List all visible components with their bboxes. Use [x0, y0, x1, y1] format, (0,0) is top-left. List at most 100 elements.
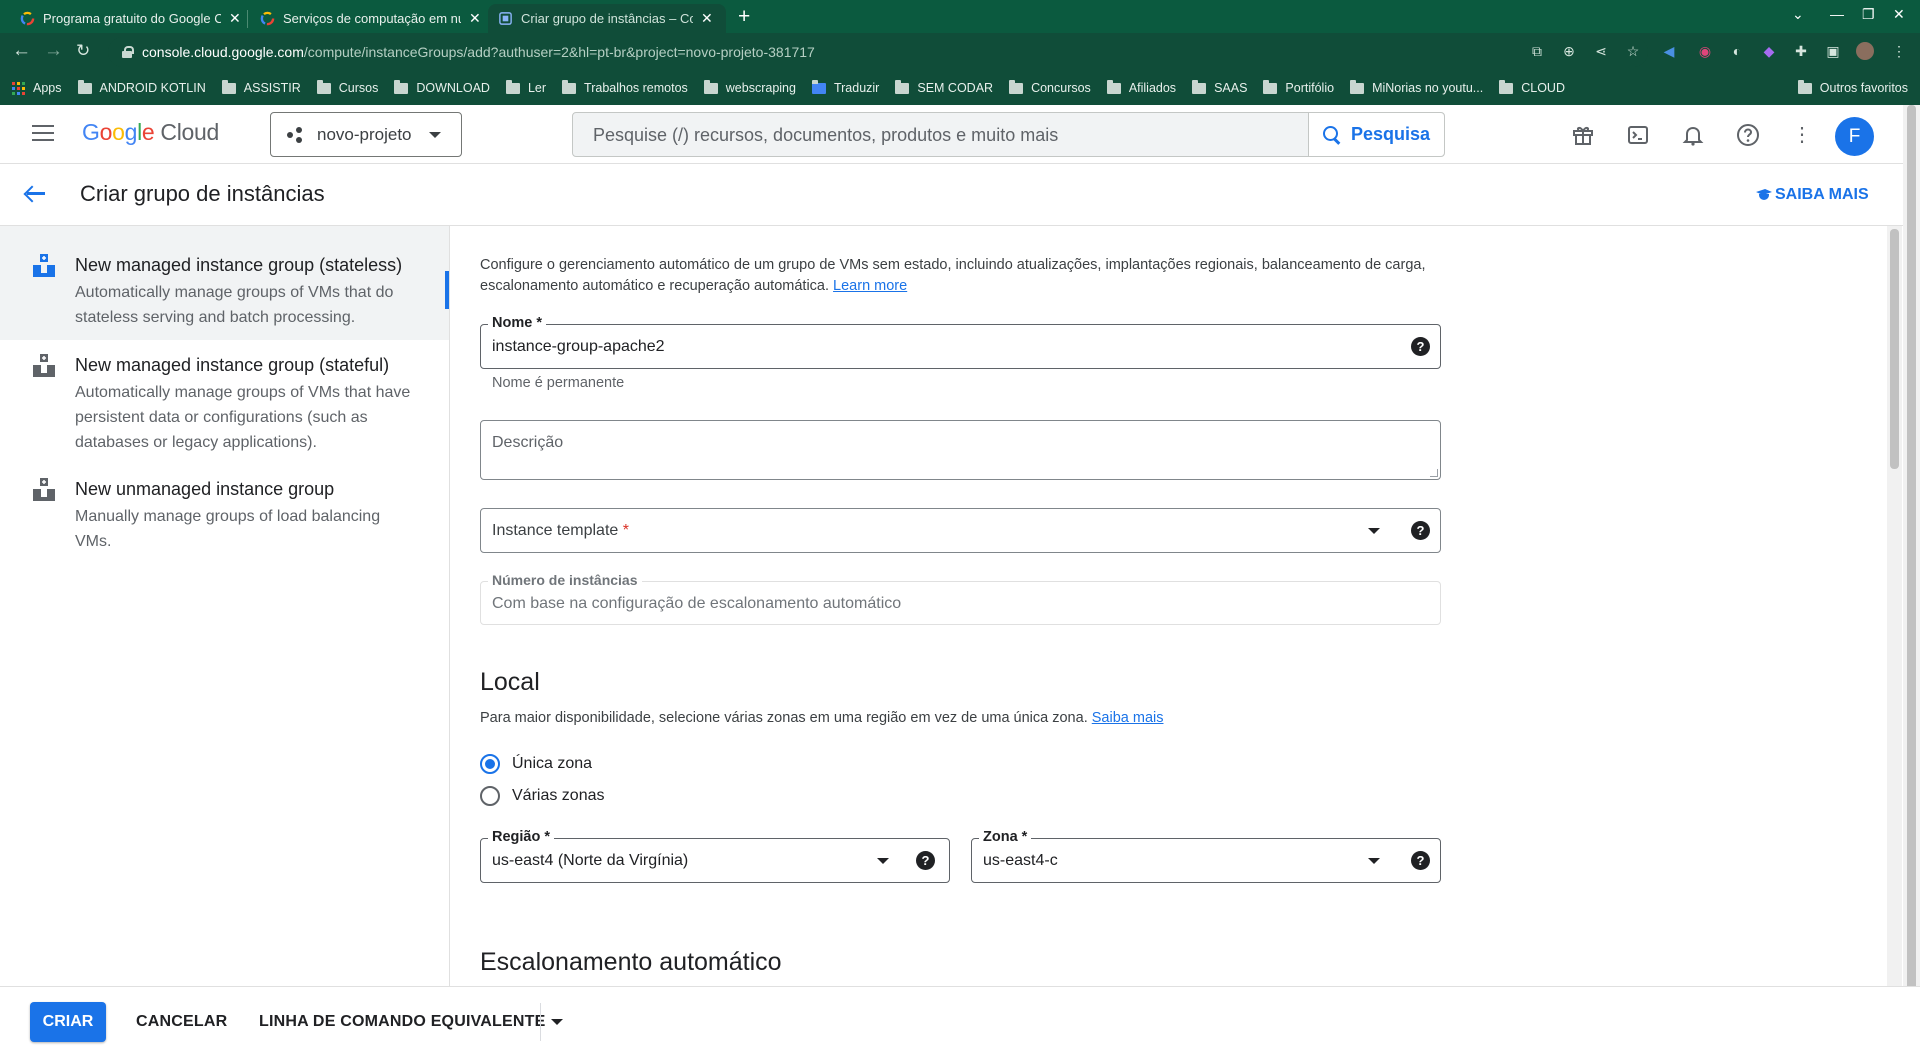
radio-single-zone[interactable]: Única zona [480, 754, 592, 774]
bookmark-star-icon[interactable]: ☆ [1624, 42, 1642, 60]
bookmark-folder[interactable]: SEM CODAR [895, 79, 993, 95]
option-description: Manually manage groups of load balancing… [75, 508, 381, 550]
search-button[interactable]: Pesquisa [1308, 113, 1444, 156]
bookmark-folder[interactable]: DOWNLOAD [394, 79, 490, 95]
other-bookmarks[interactable]: Outros favoritos [1797, 79, 1908, 95]
project-icon [287, 126, 305, 143]
zone-label: Zona * [979, 829, 1032, 845]
google-cloud-logo[interactable]: Google Cloud [82, 119, 219, 146]
zone-value[interactable]: us-east4-c [983, 852, 1058, 870]
scrollbar-thumb[interactable] [1890, 229, 1899, 469]
form-scrollbar[interactable] [1887, 226, 1902, 1055]
bookmark-folder[interactable]: Concursos [1009, 79, 1091, 95]
gift-icon[interactable] [1571, 123, 1595, 147]
action-bar: CRIAR CANCELAR LINHA DE COMANDO EQUIVALE… [0, 986, 1920, 1055]
share-icon[interactable]: ⋖ [1592, 42, 1610, 60]
bookmark-folder[interactable]: Portifólio [1263, 79, 1334, 95]
help-icon[interactable]: ? [1411, 337, 1430, 356]
region-value[interactable]: us-east4 (Norte da Virgínia) [492, 852, 688, 870]
equivalent-cli-button[interactable]: LINHA DE COMANDO EQUIVALENTE [259, 1013, 546, 1031]
close-tab-icon[interactable]: ✕ [229, 10, 241, 27]
scrollbar-thumb[interactable] [1907, 105, 1916, 1055]
help-icon[interactable]: ? [1411, 851, 1430, 870]
browser-menu-icon[interactable]: ⋮ [1890, 42, 1908, 60]
bookmark-folder[interactable]: Trabalhos remotos [562, 79, 688, 95]
compute-favicon-icon [499, 12, 512, 25]
notifications-bell-icon[interactable] [1681, 123, 1705, 147]
extension-icon[interactable]: ◉ [1696, 42, 1714, 60]
browser-tab-active[interactable]: Criar grupo de instâncias – Con ✕ [488, 4, 726, 33]
cloud-shell-icon[interactable] [1626, 123, 1650, 147]
create-button[interactable]: CRIAR [30, 1002, 106, 1042]
page-title-bar: Criar grupo de instâncias SAIBA MAIS [0, 164, 1920, 226]
bookmark-folder[interactable]: ASSISTIR [221, 79, 301, 95]
reload-icon[interactable]: ↻ [76, 41, 90, 61]
restore-icon[interactable]: ❐ [1862, 6, 1875, 23]
bookmark-folder[interactable]: MiNorias no youtu... [1350, 79, 1483, 95]
name-field[interactable]: Nome * instance-group-apache2 ? [480, 315, 1441, 369]
help-icon[interactable]: ? [916, 851, 935, 870]
bookmark-folder[interactable]: Cursos [316, 79, 378, 95]
folder-icon [394, 79, 409, 94]
resize-handle[interactable] [1430, 469, 1438, 477]
browser-tab[interactable]: Serviços de computação em nu ✕ [250, 4, 491, 33]
saiba-mais-link[interactable]: Saiba mais [1092, 710, 1164, 726]
help-icon[interactable] [1736, 123, 1760, 147]
learn-more-link[interactable]: Learn more [833, 278, 907, 294]
account-avatar[interactable]: F [1835, 117, 1874, 156]
folder-icon [703, 79, 718, 94]
learn-more-button[interactable]: SAIBA MAIS [1755, 186, 1869, 204]
instance-group-icon [33, 478, 55, 501]
folder-icon [316, 79, 331, 94]
description-input[interactable]: Descrição [492, 434, 563, 452]
bookmark-folder[interactable]: Afiliados [1106, 79, 1176, 95]
folder-icon [505, 79, 520, 94]
more-vert-icon[interactable]: ⋮ [1790, 123, 1814, 147]
help-icon[interactable]: ? [1411, 521, 1430, 540]
option-unmanaged[interactable]: New unmanaged instance group Manually ma… [0, 464, 449, 556]
tab-search-icon[interactable]: ⌄ [1792, 6, 1804, 23]
cancel-button[interactable]: CANCELAR [136, 1013, 227, 1031]
close-tab-icon[interactable]: ✕ [469, 10, 481, 27]
back-arrow-icon[interactable] [24, 184, 46, 202]
new-tab-icon[interactable]: + [738, 5, 750, 29]
instance-template-select[interactable]: Instance template * ? [480, 508, 1441, 553]
name-input[interactable]: instance-group-apache2 [492, 338, 665, 356]
forward-nav-icon[interactable]: → [44, 41, 63, 61]
bookmark-translate[interactable]: Traduzir [811, 79, 879, 95]
radio-multi-zone[interactable]: Várias zonas [480, 786, 605, 806]
lock-icon [122, 46, 134, 58]
translate-icon[interactable]: ⧉ [1528, 42, 1546, 60]
search-bar[interactable]: Pesquise (/) recursos, documentos, produ… [572, 112, 1445, 157]
option-managed-stateless[interactable]: New managed instance group (stateless) A… [0, 226, 449, 340]
page-scrollbar[interactable] [1903, 105, 1920, 1055]
close-tab-icon[interactable]: ✕ [701, 10, 713, 27]
back-nav-icon[interactable]: ← [12, 41, 31, 61]
sidepanel-icon[interactable]: ▣ [1824, 42, 1842, 60]
minimize-icon[interactable]: — [1830, 6, 1844, 22]
search-input[interactable]: Pesquise (/) recursos, documentos, produ… [593, 125, 1058, 146]
close-window-icon[interactable]: ✕ [1893, 6, 1905, 23]
create-form: Configure o gerenciamento automático de … [451, 226, 1901, 986]
extension-icon[interactable]: ◐ [1728, 42, 1746, 60]
bookmark-folder[interactable]: CLOUD [1499, 79, 1565, 95]
bookmark-folder[interactable]: ANDROID KOTLIN [77, 79, 206, 95]
bookmark-apps[interactable]: Apps [12, 81, 62, 95]
hamburger-menu-icon[interactable] [32, 125, 54, 143]
extension-icon[interactable]: ◆ [1760, 42, 1778, 60]
zone-select[interactable]: Zona * us-east4-c ? [971, 829, 1441, 883]
extensions-puzzle-icon[interactable]: ✚ [1792, 42, 1810, 60]
bookmark-folder[interactable]: SAAS [1192, 79, 1247, 95]
region-select[interactable]: Região * us-east4 (Norte da Virgínia) ? [480, 829, 950, 883]
profile-avatar-icon[interactable] [1856, 42, 1874, 60]
zoom-icon[interactable]: ⊕ [1560, 42, 1578, 60]
bookmark-folder[interactable]: Ler [505, 79, 546, 95]
bookmark-folder[interactable]: webscraping [703, 79, 796, 95]
extension-icon[interactable]: ◀ [1660, 42, 1678, 60]
description-field[interactable]: Descrição [480, 420, 1441, 480]
chevron-down-icon[interactable] [551, 1019, 563, 1025]
option-managed-stateful[interactable]: New managed instance group (stateful) Au… [0, 340, 449, 464]
address-bar[interactable]: console.cloud.google.com/compute/instanc… [108, 37, 1648, 67]
browser-tab[interactable]: Programa gratuito do Google C ✕ [10, 4, 251, 33]
project-selector[interactable]: novo-projeto [270, 112, 462, 157]
